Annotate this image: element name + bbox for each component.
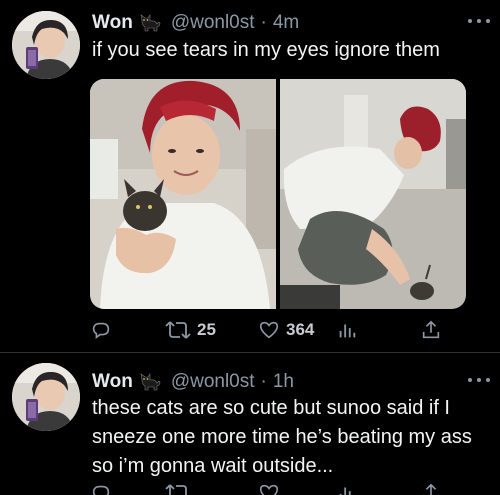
- separator-dot: ·: [260, 371, 267, 392]
- avatar-image: [12, 11, 80, 79]
- analytics-icon: [339, 487, 351, 495]
- retweet-button[interactable]: 25: [165, 318, 216, 342]
- like-button[interactable]: [258, 481, 280, 495]
- avatar[interactable]: [12, 363, 80, 431]
- timestamp[interactable]: 4m: [273, 12, 299, 34]
- media-grid[interactable]: [90, 79, 466, 309]
- photo[interactable]: [90, 79, 276, 309]
- reply-button[interactable]: [90, 318, 112, 342]
- reply-icon: [92, 485, 110, 495]
- handle[interactable]: @wonl0st: [171, 371, 255, 393]
- like-button[interactable]: 364: [258, 318, 314, 342]
- tweet-actions: 25 364: [90, 318, 446, 342]
- like-count: 364: [286, 320, 315, 339]
- handle[interactable]: @wonl0st: [171, 12, 255, 34]
- tweet-header: Won @wonl0st · 4m: [92, 11, 299, 35]
- reply-button[interactable]: [90, 481, 112, 495]
- black-cat-icon: [140, 14, 161, 32]
- photo[interactable]: [280, 79, 466, 309]
- heart-icon: [259, 484, 279, 495]
- retweet-icon: [165, 321, 191, 339]
- tweet-text: if you see tears in my eyes ignore them: [92, 39, 440, 61]
- avatar[interactable]: [12, 11, 80, 79]
- share-icon: [422, 483, 440, 495]
- more-options-icon[interactable]: [468, 18, 490, 24]
- separator-dot: ·: [260, 12, 267, 33]
- tweet-actions: [90, 481, 446, 495]
- share-button[interactable]: [420, 481, 442, 495]
- tweet[interactable]: Won @wonl0st · 4m if you see tears in my…: [0, 0, 500, 352]
- reply-icon: [92, 322, 110, 339]
- photo-image: [90, 79, 276, 309]
- more-options-icon[interactable]: [468, 377, 490, 383]
- avatar-image: [12, 363, 80, 431]
- tweet-header: Won @wonl0st · 1h: [92, 370, 294, 394]
- retweet-button[interactable]: [165, 481, 191, 495]
- tweet[interactable]: Won @wonl0st · 1h these cats are so cute…: [0, 353, 500, 495]
- black-cat-icon: [140, 373, 161, 391]
- analytics-button[interactable]: [336, 481, 358, 495]
- heart-icon: [259, 321, 279, 339]
- analytics-button[interactable]: [336, 318, 358, 342]
- share-button[interactable]: [420, 318, 442, 342]
- retweet-icon: [165, 484, 187, 495]
- display-name[interactable]: Won: [92, 371, 133, 393]
- timestamp[interactable]: 1h: [273, 371, 294, 393]
- tweet-text: these cats are so cute but sunoo said if…: [92, 397, 472, 477]
- display-name[interactable]: Won: [92, 12, 133, 34]
- retweet-count: 25: [197, 320, 216, 339]
- photo-image: [280, 79, 466, 309]
- analytics-icon: [339, 324, 356, 338]
- share-icon: [422, 320, 440, 339]
